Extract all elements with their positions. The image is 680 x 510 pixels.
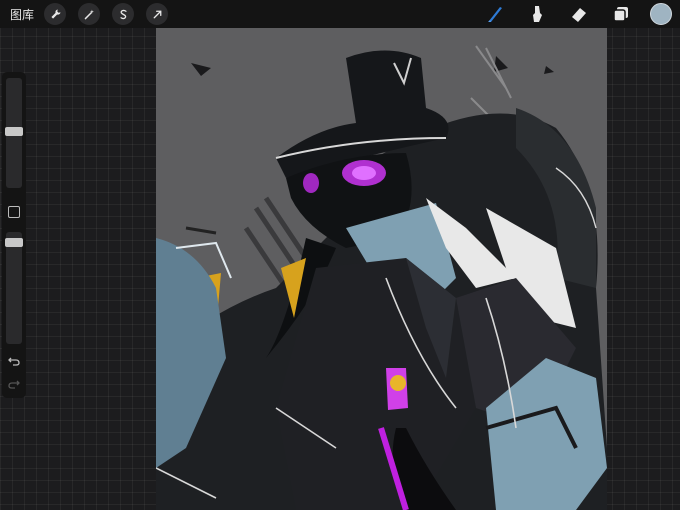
redo-icon[interactable]	[7, 377, 21, 391]
transform-arrow-icon	[153, 10, 161, 18]
top-toolbar: 图库	[0, 0, 680, 28]
eraser-icon	[572, 8, 586, 22]
brush-opacity-slider[interactable]	[5, 232, 23, 344]
plague-doctor-artwork	[156, 45, 607, 510]
brush-size-slider[interactable]	[5, 78, 23, 188]
brush-size-thumb[interactable]	[5, 127, 23, 136]
layers-button[interactable]	[610, 3, 632, 25]
brush-tool-button[interactable]	[484, 3, 506, 25]
color-picker-button[interactable]	[650, 3, 672, 25]
smudge-tool-button[interactable]	[526, 3, 548, 25]
gallery-button[interactable]: 图库	[10, 6, 34, 23]
drawing-canvas[interactable]	[156, 28, 607, 510]
layers-icon	[613, 7, 628, 22]
left-sidebar	[2, 72, 26, 398]
brush-opacity-thumb[interactable]	[5, 238, 23, 247]
modify-button[interactable]	[8, 206, 20, 218]
transform-button[interactable]	[146, 3, 169, 25]
brush-icon	[488, 7, 502, 22]
wrench-icon	[50, 9, 60, 19]
selection-button[interactable]	[112, 3, 135, 25]
undo-icon[interactable]	[7, 354, 21, 368]
adjustments-button[interactable]	[78, 3, 101, 25]
eraser-tool-button[interactable]	[568, 3, 590, 25]
smudge-icon	[533, 6, 542, 22]
selection-s-icon	[119, 9, 127, 19]
magic-wand-icon	[84, 9, 94, 19]
actions-wrench-button[interactable]	[44, 3, 67, 25]
